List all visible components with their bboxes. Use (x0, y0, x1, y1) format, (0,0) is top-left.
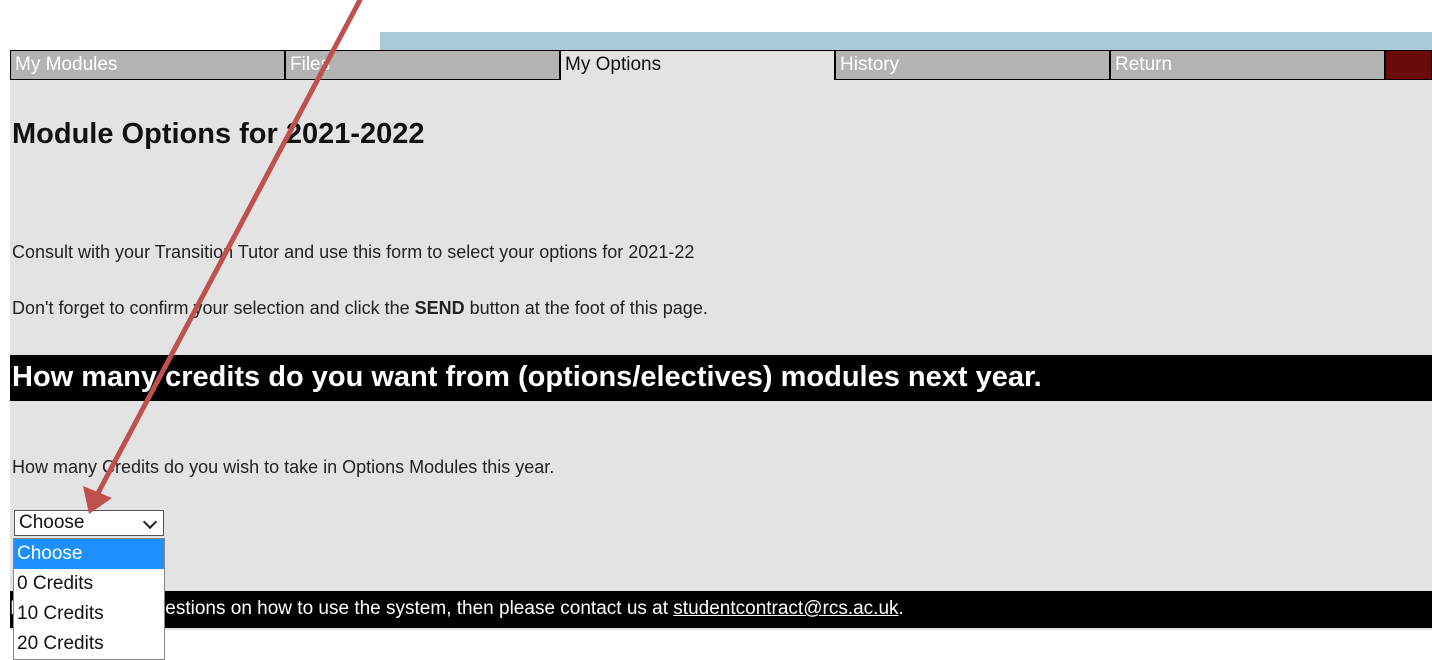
intro-text: Consult with your Transition Tutor and u… (12, 242, 695, 262)
reminder-send-word: SEND (414, 298, 465, 318)
credits-dropdown-list: Choose 0 Credits 10 Credits 20 Credits (13, 538, 165, 660)
dropdown-option-choose[interactable]: Choose (14, 539, 164, 569)
dropdown-option-0-credits[interactable]: 0 Credits (14, 569, 164, 599)
tab-return[interactable]: Return (1110, 50, 1385, 80)
footer-text: If you have any questions on how to use … (10, 598, 1432, 620)
section-title: How many credits do you want from (optio… (12, 361, 1042, 393)
footer-text-suffix: . (898, 598, 904, 619)
contact-email-link[interactable]: studentcontract@rcs.ac.uk (673, 598, 898, 619)
tab-my-options[interactable]: My Options (560, 50, 835, 80)
credits-question: How many Credits do you wish to take in … (12, 457, 555, 477)
chevron-down-icon (142, 514, 158, 530)
footer-bar: If you have any questions on how to use … (10, 591, 1432, 628)
tab-files[interactable]: Files (285, 50, 560, 80)
credits-select[interactable]: Choose (14, 510, 164, 536)
tab-bar: My Modules Files My Options History Retu… (10, 50, 1432, 80)
tab-history[interactable]: History (835, 50, 1110, 80)
credits-select-value: Choose (19, 512, 85, 533)
dropdown-option-20-credits[interactable]: 20 Credits (14, 629, 164, 659)
top-accent-bar (380, 32, 1432, 50)
reminder-prefix: Don't forget to confirm your selection a… (12, 298, 415, 318)
dropdown-option-10-credits[interactable]: 10 Credits (14, 599, 164, 629)
section-header-bar: How many credits do you want from (optio… (10, 355, 1432, 401)
tab-bar-end-block (1385, 50, 1432, 80)
page-title: Module Options for 2021-2022 (12, 118, 425, 150)
tab-my-modules[interactable]: My Modules (10, 50, 285, 80)
reminder-text: Don't forget to confirm your selection a… (12, 298, 708, 319)
main-panel: Module Options for 2021-2022 Consult wit… (10, 80, 1432, 630)
reminder-suffix: button at the foot of this page. (464, 298, 708, 318)
